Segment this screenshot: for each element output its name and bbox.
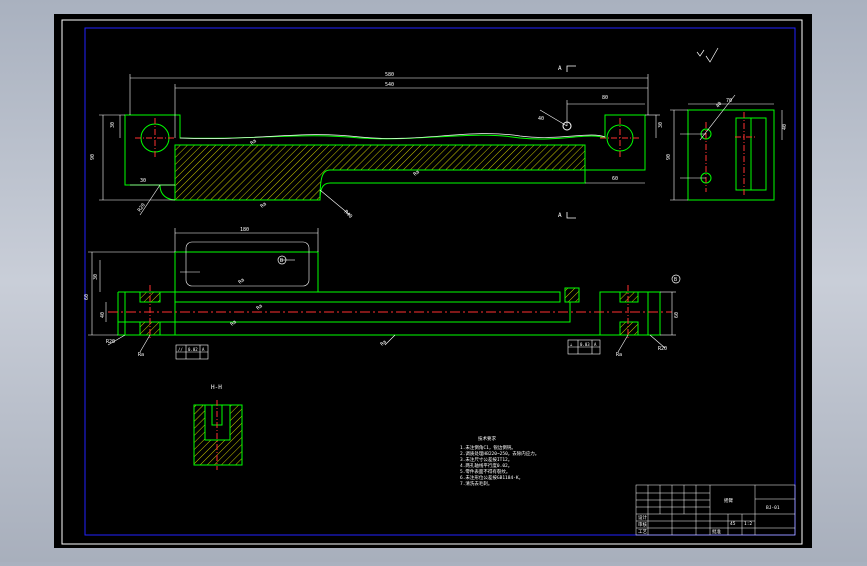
drawing-background (54, 14, 812, 548)
datum-letter: B (674, 277, 677, 283)
dim-radius-left: R20 (106, 339, 115, 345)
tb-label: 设计 (638, 514, 647, 521)
note-line: 3.未注尺寸公差按IT12。 (460, 456, 512, 463)
tb-drawing-no: BJ-01 (766, 505, 780, 511)
dim-end-width-a: 60 (612, 176, 618, 182)
dim-pin-dia: 40 (538, 116, 544, 122)
note-line: 6.未注形位公差按GB1184-K。 (460, 474, 523, 481)
note-line: 2.调质处理HB220~250，去除内应力。 (460, 450, 539, 457)
cad-viewport: 580 540 80 90 30 60 30 30 R20 R40 40 Ra … (0, 0, 867, 562)
dim-slot-width: 30 (110, 122, 116, 128)
dim-plan-height: 60 (84, 294, 90, 300)
plan-hatch-right2 (619, 321, 639, 336)
dim-pocket-length: 180 (240, 227, 249, 233)
dim-right-offset: 80 (602, 95, 608, 101)
dim-left-height: 90 (90, 154, 96, 160)
section-label-top: A (558, 65, 562, 72)
section-hh (193, 400, 243, 470)
plan-hatch-mid (564, 287, 580, 303)
tb-label: 批准 (712, 528, 721, 535)
dim-end-width-b: 30 (140, 178, 146, 184)
dim-plan-right: 60 (674, 312, 680, 318)
tb-label: 工艺 (638, 529, 647, 535)
note-line: 4.两孔轴线平行度0.02。 (460, 462, 512, 469)
roughness-mark: Ra (616, 352, 622, 358)
dim-side-height: 90 (666, 154, 672, 160)
dim-side-width: 70 (726, 98, 732, 104)
cad-drawing: 580 540 80 90 30 60 30 30 R20 R40 40 Ra … (54, 14, 812, 548)
tb-material: 45 (730, 521, 736, 527)
note-line: 1.未注倒角C1，锐边倒钝。 (460, 444, 516, 451)
tb-part-name: 摇臂 (724, 497, 733, 504)
plan-hatch-right (619, 291, 639, 303)
dim-overall-length: 580 (385, 72, 394, 78)
dim-inner-length: 540 (385, 82, 394, 88)
dim-plan-inner: 40 (100, 312, 106, 318)
section-hh-label: H-H (211, 384, 222, 391)
roughness-mark: Ra (138, 352, 144, 358)
tol-value: 0.03 (580, 342, 590, 347)
tb-scale: 1:2 (744, 521, 752, 527)
dim-radius-right: R20 (658, 346, 667, 352)
note-line: 5.零件表面不得有裂纹。 (460, 468, 510, 475)
note-line: 7.清洗去毛刺。 (460, 480, 492, 487)
tol-value: 0.02 (188, 347, 198, 352)
tol-symbol: // (178, 347, 183, 352)
notes-title: 技术要求 (478, 435, 496, 442)
tb-label: 审核 (638, 521, 647, 528)
dim-plan-upper: 30 (93, 274, 99, 280)
section-label-bottom: A (558, 212, 562, 219)
dim-right-height: 30 (658, 122, 664, 128)
dim-side-depth: 40 (782, 124, 788, 130)
datum-letter-pocket: B (280, 258, 283, 264)
